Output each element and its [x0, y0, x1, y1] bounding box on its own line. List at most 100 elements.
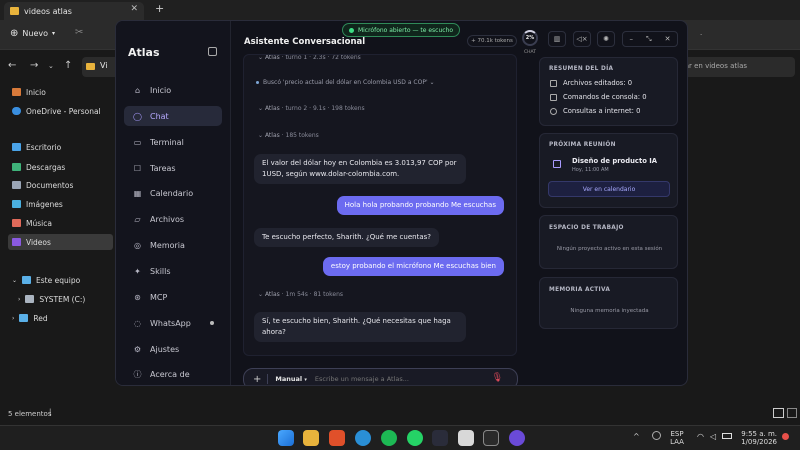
tree-item-onedrive[interactable]: OneDrive - Personal — [8, 103, 113, 119]
video-icon — [12, 238, 21, 246]
tree-item-musica[interactable]: Música — [8, 215, 113, 231]
close-icon[interactable]: ✕ — [665, 35, 671, 43]
layout-panel-button[interactable]: ▥ — [548, 31, 566, 47]
start-icon[interactable] — [278, 430, 294, 446]
mode-selector[interactable]: Manual ▾ — [275, 375, 307, 383]
app-c-icon[interactable] — [355, 430, 371, 446]
nav-label: Ajustes — [150, 344, 180, 354]
notification-badge[interactable] — [782, 433, 789, 440]
new-button[interactable]: ⊕ Nuevo ▾ — [10, 28, 55, 39]
tree-item-label: Descargas — [26, 162, 66, 172]
atlas-app-icon[interactable] — [432, 430, 448, 446]
nav-terminal[interactable]: ▭ Terminal — [124, 132, 222, 152]
search-icon — [550, 107, 557, 115]
info-icon: ⓘ — [133, 369, 142, 379]
nav-calendario[interactable]: ▦ Calendario — [124, 183, 222, 203]
message-meta: ⌄ Atlas · 1m 54s · 81 tokens — [258, 291, 344, 298]
tree-item-inicio[interactable]: Inicio — [8, 84, 113, 100]
nav-chat[interactable]: ◯ Chat — [124, 106, 222, 126]
message-meta: ⌄ Atlas · 185 tokens — [258, 132, 319, 139]
tray-expand-icon[interactable]: ^ — [633, 432, 640, 441]
forward-icon[interactable]: → — [30, 60, 38, 71]
back-icon[interactable]: ← — [8, 60, 16, 71]
mode-label: Manual — [275, 375, 303, 383]
language-indicator[interactable]: ESP LAA — [668, 430, 686, 446]
nav-acerca-de[interactable]: ⓘ Acerca de — [124, 364, 222, 384]
theme-button[interactable]: ✺ — [597, 31, 615, 47]
tasks-icon: ☐ — [133, 163, 142, 173]
chevron-right-icon: › — [12, 314, 15, 322]
microphone-icon[interactable]: 🎙 — [492, 373, 503, 383]
address-text: Vi — [100, 61, 108, 70]
page-title: Asistente Conversacional — [244, 37, 366, 47]
app-icon[interactable] — [458, 430, 474, 446]
tree-item-videos[interactable]: Videos — [8, 234, 113, 250]
daily-summary-card: RESUMEN DEL DÍA Archivos editados: 0 Com… — [539, 57, 678, 126]
chat-transcript[interactable]: ⌄ Atlas · turno 1 · 2.3s · 72 tokens Bus… — [243, 54, 517, 356]
summary-text: Consultas a internet: 0 — [563, 107, 641, 115]
brave-browser-icon[interactable] — [329, 430, 345, 446]
meeting-name: Diseño de producto IA — [572, 157, 658, 165]
nav-whatsapp[interactable]: ◌ WhatsApp — [124, 313, 222, 333]
skills-icon: ✦ — [134, 266, 141, 276]
whatsapp-icon[interactable] — [407, 430, 423, 446]
tree-item-label: SYSTEM (C:) — [39, 294, 86, 304]
explorer-tabbar: videos atlas ✕ + — [0, 0, 800, 20]
item-count: 5 elementos — [8, 410, 52, 418]
clock-app-icon[interactable] — [483, 430, 499, 446]
minimize-icon[interactable]: – — [630, 35, 634, 43]
nav-archivos[interactable]: ▱ Archivos — [124, 209, 222, 229]
nav-mcp[interactable]: ⊛ MCP — [124, 287, 222, 307]
sidebar-toggle-icon[interactable] — [208, 47, 217, 56]
card-title: ESPACIO DE TRABAJO — [549, 225, 624, 231]
tree-item-system-c[interactable]: › SYSTEM (C:) — [14, 291, 119, 307]
nav-label: Memoria — [150, 240, 185, 250]
summary-row: Comandos de consola: 0 — [550, 93, 647, 101]
up-icon[interactable]: ↑ — [64, 60, 72, 71]
window-controls: – ⤡ ✕ — [622, 31, 678, 47]
nav-ajustes[interactable]: ⚙ Ajustes — [124, 339, 222, 359]
cut-icon[interactable]: ✂ — [75, 27, 83, 38]
app-purple-icon[interactable] — [509, 430, 525, 446]
explorer-tab[interactable]: videos atlas ✕ — [4, 2, 144, 20]
chevron-down-icon[interactable]: ⌄ — [48, 62, 54, 70]
nav-memoria[interactable]: ◎ Memoria — [124, 235, 222, 255]
mute-button[interactable]: ◁× — [573, 31, 591, 47]
summary-text: Archivos editados: 0 — [563, 79, 633, 87]
workspace-empty-text: Ningún proyecto activo en esta sesión — [556, 246, 663, 252]
chevron-down-icon: ▾ — [52, 30, 56, 37]
tree-item-escritorio[interactable]: Escritorio — [8, 139, 113, 155]
lang-code: ESP — [670, 430, 684, 438]
attach-plus-icon[interactable]: + — [253, 374, 261, 385]
cloud-icon — [12, 107, 21, 115]
spotify-icon[interactable] — [381, 430, 397, 446]
file-explorer-icon[interactable] — [303, 430, 319, 446]
nav-tareas[interactable]: ☐ Tareas — [124, 158, 222, 178]
volume-icon[interactable]: ◁ — [710, 432, 716, 441]
close-tab-icon[interactable]: ✕ — [130, 4, 138, 14]
navigation-tree: Inicio OneDrive - Personal Escritorio De… — [0, 84, 115, 404]
nav-inicio[interactable]: ⌂ Inicio — [124, 80, 222, 100]
calendar-icon: ▦ — [133, 188, 142, 198]
settings-icon: ⚙ — [133, 344, 142, 354]
explorer-tab-title: videos atlas — [24, 6, 72, 16]
tree-item-descargas[interactable]: Descargas — [8, 159, 113, 175]
view-calendar-button[interactable]: Ver en calendario — [548, 181, 670, 197]
battery-icon[interactable] — [722, 433, 732, 439]
tree-item-red[interactable]: › Red — [8, 310, 113, 326]
wifi-icon[interactable]: ◠ — [697, 432, 704, 441]
mcp-icon: ⊛ — [134, 292, 141, 302]
tree-item-este-equipo[interactable]: ⌄ Este equipo — [8, 272, 113, 288]
message-input[interactable] — [314, 375, 475, 383]
tree-item-label: Imágenes — [26, 199, 63, 209]
tree-item-documentos[interactable]: Documentos — [8, 177, 113, 193]
tray-app-icon[interactable] — [652, 431, 661, 440]
clock[interactable]: 9:55 a. m. 1/09/2026 — [737, 430, 777, 446]
maximize-icon[interactable]: ⤡ — [646, 35, 652, 44]
tree-item-imagenes[interactable]: Imágenes — [8, 196, 113, 212]
nav-skills[interactable]: ✦ Skills — [124, 261, 222, 281]
new-tab-button[interactable]: + — [155, 2, 164, 15]
details-view-icon[interactable] — [773, 408, 784, 418]
chevron-right-icon: › — [18, 295, 21, 303]
tiles-view-icon[interactable] — [787, 408, 797, 418]
